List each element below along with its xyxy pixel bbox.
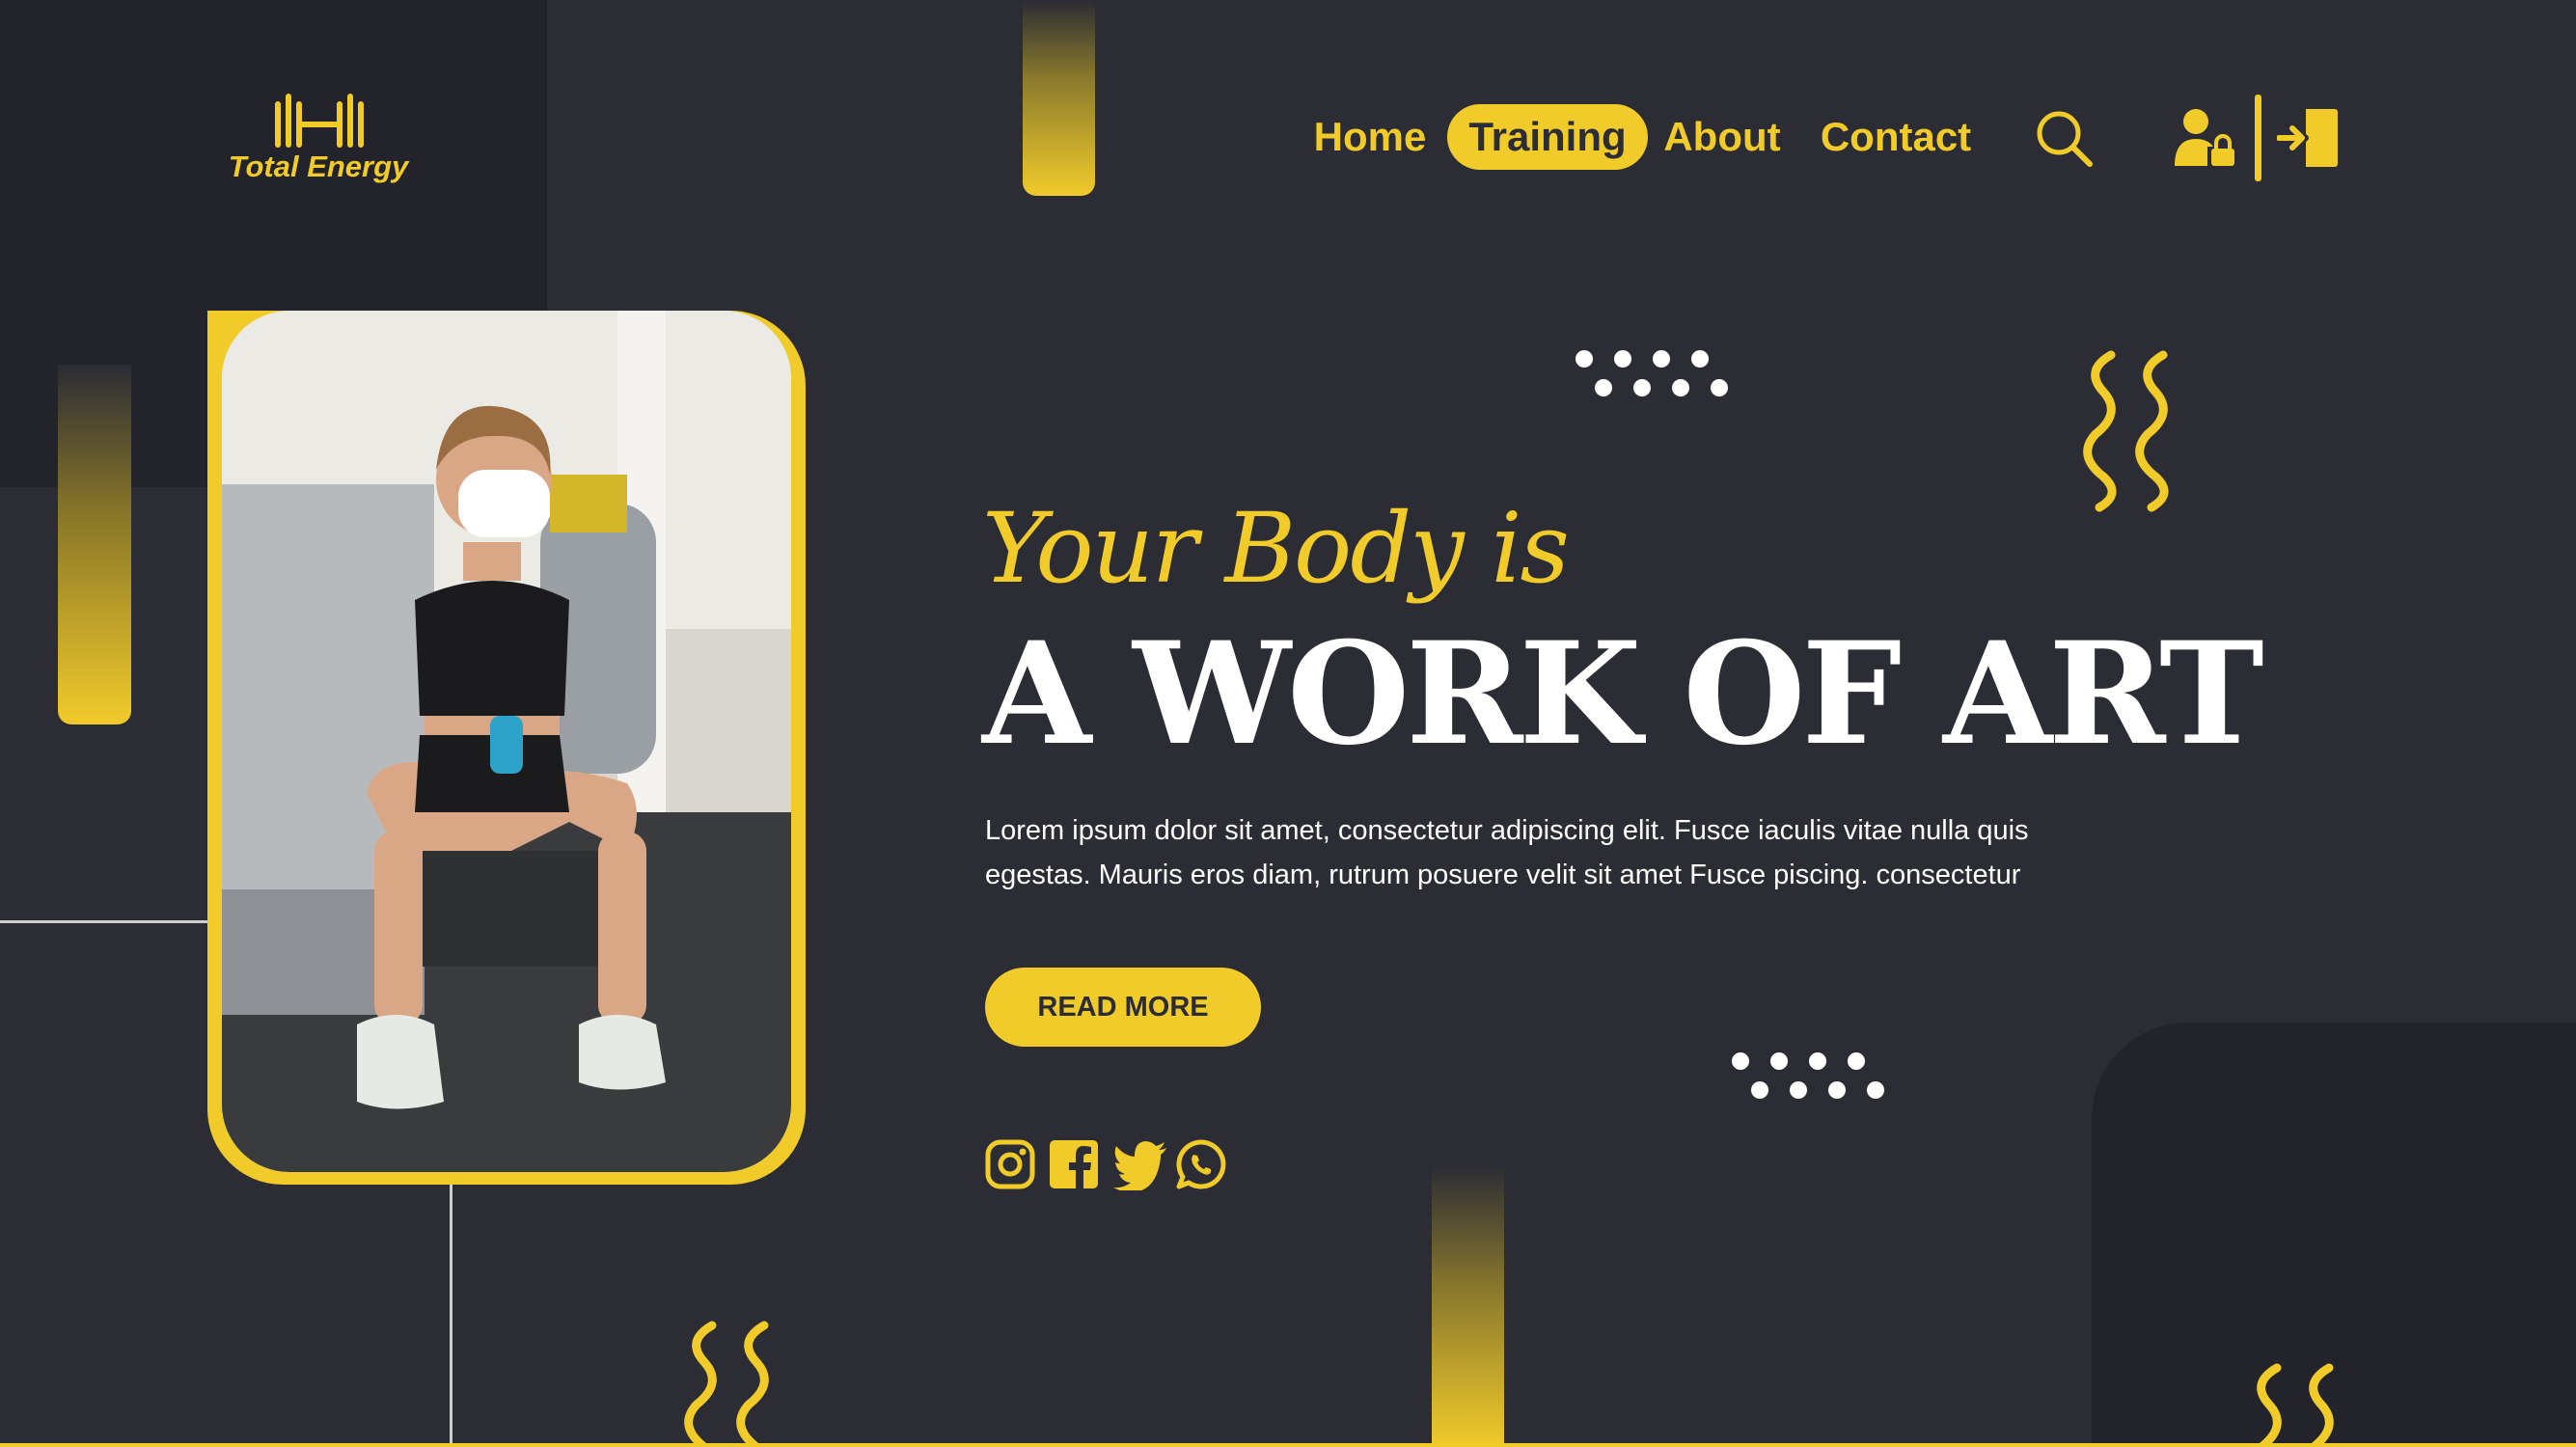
- brand-name: Total Energy: [228, 150, 409, 183]
- twitter-icon[interactable]: [1112, 1138, 1168, 1190]
- brand-logo[interactable]: Total Energy: [207, 92, 429, 188]
- hero-description: Lorem ipsum dolor sit amet, consectetur …: [985, 815, 2029, 890]
- squiggle-bottom-right: [2257, 1363, 2334, 1447]
- nav-item-home[interactable]: Home: [1307, 104, 1433, 170]
- left-gradient-pillar: [58, 365, 131, 724]
- dot-pattern-bottom: [1732, 1052, 1884, 1099]
- nav-separator: [2255, 95, 2261, 181]
- search-icon[interactable]: [2034, 108, 2096, 170]
- squiggle-bottom-left: [684, 1321, 769, 1447]
- user-lock-icon[interactable]: [2173, 106, 2236, 170]
- nav-item-about[interactable]: About: [1659, 104, 1785, 170]
- hero-headline: A WORK OF ART: [982, 612, 2264, 777]
- top-gradient-pillar: [1023, 0, 1095, 196]
- hero-tagline: Your Body is: [982, 492, 1570, 605]
- dot-pattern-top: [1576, 350, 1728, 396]
- squiggle-top-right: [2083, 350, 2169, 512]
- hero-photo: [222, 311, 791, 1172]
- read-more-button[interactable]: READ MORE: [985, 968, 1261, 1047]
- vertical-divider-line: [450, 1185, 452, 1447]
- nav-item-contact[interactable]: Contact: [1809, 104, 1983, 170]
- dumbbell-icon: [275, 94, 364, 148]
- bottom-gradient-pillar: [1432, 1165, 1504, 1447]
- horizontal-divider-line: [0, 920, 210, 923]
- sign-in-icon[interactable]: [2277, 108, 2341, 168]
- whatsapp-icon[interactable]: [1175, 1138, 1227, 1190]
- woman-in-gym-illustration: [222, 311, 791, 1172]
- instagram-icon[interactable]: [984, 1138, 1036, 1190]
- nav-item-training[interactable]: Training: [1447, 104, 1648, 170]
- bottom-accent-rule: [0, 1443, 2576, 1447]
- facebook-icon[interactable]: [1048, 1138, 1100, 1190]
